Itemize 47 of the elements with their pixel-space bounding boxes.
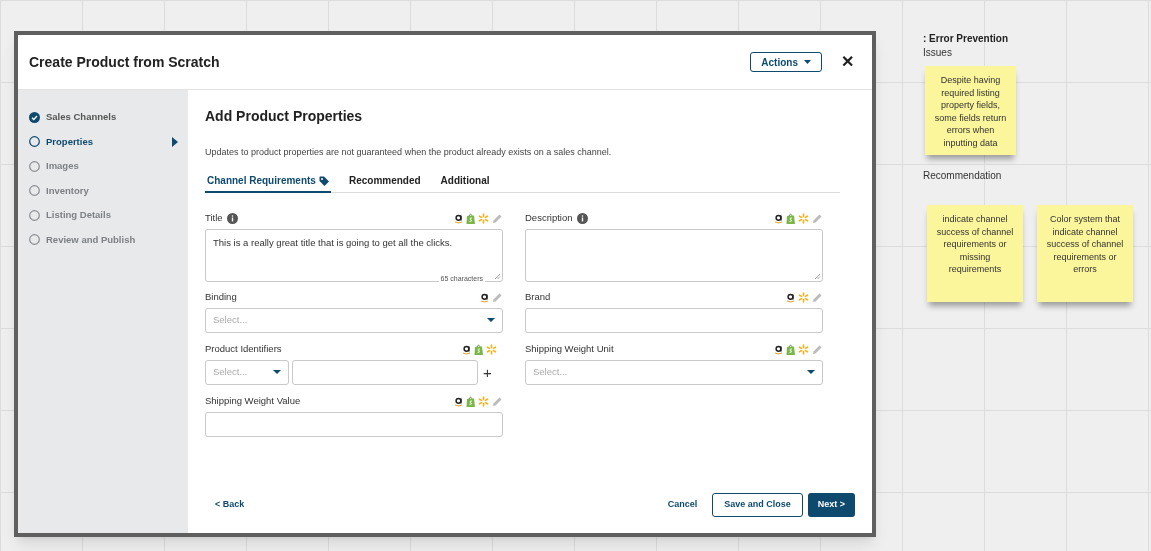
resize-handle-icon[interactable] bbox=[814, 272, 821, 280]
arrow-icon bbox=[172, 136, 178, 147]
board-heading: : Error Prevention bbox=[923, 32, 1009, 46]
add-button[interactable]: + bbox=[483, 364, 492, 380]
caret-icon bbox=[273, 370, 281, 374]
tab[interactable]: Additional bbox=[438, 170, 492, 193]
field-label: Description bbox=[525, 211, 573, 226]
circle-icon bbox=[29, 185, 40, 197]
info-icon[interactable] bbox=[226, 213, 238, 224]
sticky-note: indicate channel success of channel requirements or missing requirements bbox=[927, 205, 1023, 302]
text-value: This is a really great title that is going to get all the clicks. bbox=[213, 235, 453, 250]
tab[interactable]: Channel Requirements bbox=[205, 170, 331, 193]
field-label: Title bbox=[205, 211, 223, 226]
actions-button[interactable]: Actions bbox=[750, 52, 822, 72]
circle-icon bbox=[29, 136, 40, 148]
close-button[interactable]: ✕ bbox=[838, 53, 856, 71]
notice-text: Updates to product properties are not guaranteed when the product already exists on a sales channel. bbox=[205, 146, 613, 159]
next-button[interactable]: Next > bbox=[807, 493, 855, 517]
cancel-link[interactable]: Cancel bbox=[667, 498, 698, 512]
step-item[interactable]: Properties bbox=[18, 129, 188, 154]
back-link[interactable]: < Back bbox=[215, 498, 245, 512]
resize-handle-icon[interactable] bbox=[494, 272, 501, 280]
info-icon[interactable] bbox=[576, 213, 588, 224]
caret-icon bbox=[804, 60, 811, 64]
circle-icon bbox=[29, 209, 40, 221]
field-label: Product Identifiers bbox=[205, 342, 282, 357]
section-label: Recommendation bbox=[923, 169, 1002, 183]
save-and-close-button[interactable]: Save and Close bbox=[712, 493, 803, 517]
circle-icon bbox=[29, 160, 40, 172]
check-circle-icon bbox=[29, 111, 40, 123]
section-heading: Add Product Properties bbox=[205, 107, 364, 126]
input-field[interactable] bbox=[525, 307, 823, 333]
dialog-title: Create Product from Scratch bbox=[29, 52, 220, 72]
sticky-note: Color system that indicate channel success of channel requirements or errors bbox=[1037, 205, 1133, 302]
step-item[interactable]: Sales Channels bbox=[18, 105, 188, 130]
input-field[interactable] bbox=[292, 359, 478, 385]
field-label: Shipping Weight Value bbox=[205, 394, 301, 409]
circle-icon bbox=[29, 234, 40, 246]
caret-icon bbox=[487, 318, 495, 322]
field-label: Brand bbox=[525, 290, 551, 305]
field-label: Shipping Weight Unit bbox=[525, 342, 614, 357]
section-label: Issues bbox=[923, 46, 952, 60]
sticky-note: Despite having required listing property fields, some fields return errors when inputting data bbox=[925, 66, 1016, 155]
caret-icon bbox=[807, 370, 815, 374]
field-label: Binding bbox=[205, 290, 237, 305]
input-field[interactable] bbox=[205, 411, 503, 437]
tab[interactable]: Recommended bbox=[346, 170, 423, 193]
